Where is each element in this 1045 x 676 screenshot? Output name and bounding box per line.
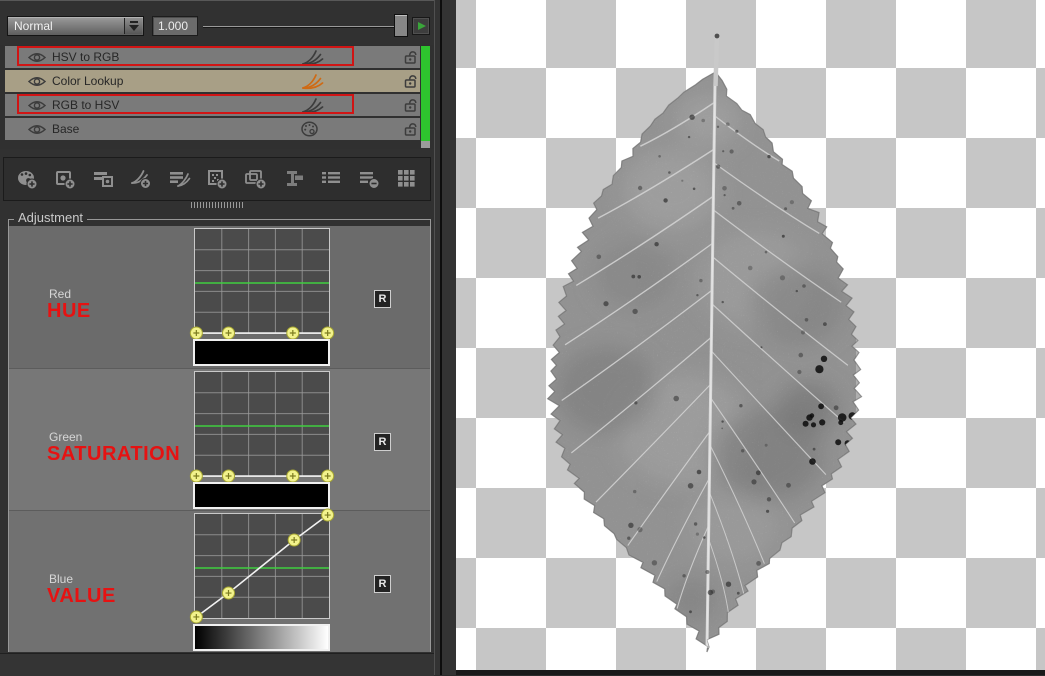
add-clone-layer-icon (244, 169, 267, 189)
add-image-layer-icon (54, 169, 77, 189)
layer-scroll-nub (421, 141, 430, 148)
layer-name: Base (52, 122, 79, 136)
grid-view-button[interactable] (388, 163, 426, 195)
canvas-viewport[interactable] (456, 0, 1045, 675)
layer-split-icon (282, 169, 305, 189)
palette-icon (300, 121, 319, 143)
add-clone-layer-button[interactable] (236, 163, 274, 195)
add-filter-mask-button[interactable] (160, 163, 198, 195)
add-paint-layer-icon (16, 169, 39, 189)
chevron-down-icon[interactable] (124, 18, 142, 34)
layer-row[interactable]: RGB to HSV (5, 94, 420, 116)
play-button[interactable] (412, 17, 430, 35)
add-filter-layer-button[interactable] (122, 163, 160, 195)
opacity-slider-handle[interactable] (394, 14, 408, 37)
canvas-bottom-edge (456, 670, 1045, 675)
opacity-input[interactable]: 1.000 (152, 16, 198, 36)
adjustment-body: RedHUE R GreenSATURATION (9, 226, 430, 652)
unlock-icon[interactable] (402, 121, 420, 143)
add-paint-layer-button[interactable] (8, 163, 46, 195)
unlock-icon[interactable] (402, 97, 420, 119)
filter-feather-icon (300, 49, 324, 71)
leaf-image (456, 0, 1045, 675)
remove-layer-icon (358, 169, 381, 189)
grid-view-icon (396, 169, 419, 189)
curve-gradient-strip (193, 339, 330, 366)
blend-mode-dropdown[interactable]: Normal (7, 16, 144, 36)
add-fill-layer-icon (206, 169, 229, 189)
channel-reset-button[interactable]: R (374, 433, 391, 451)
channel-reset-button[interactable]: R (374, 575, 391, 593)
curve-editor[interactable] (194, 513, 330, 619)
channel-annotation: VALUE (47, 585, 116, 608)
eye-icon[interactable] (28, 51, 46, 69)
layer-channel-green-bar (421, 46, 430, 141)
add-group-layer-icon (92, 169, 115, 189)
unlock-icon[interactable] (402, 73, 420, 95)
eye-icon[interactable] (28, 123, 46, 141)
channel-annotation: HUE (47, 300, 91, 323)
layer-properties-icon (320, 169, 343, 189)
panel-canvas-divider[interactable] (434, 0, 456, 675)
channel-reset-button[interactable]: R (374, 290, 391, 308)
play-icon (418, 22, 426, 30)
remove-layer-button[interactable] (350, 163, 388, 195)
adjustment-channel-row: RedHUE R (9, 226, 430, 368)
layer-properties-button[interactable] (312, 163, 350, 195)
layer-list: HSV to RGB Color Lookup RGB to HSV Base (0, 45, 434, 149)
curve-editor[interactable] (194, 228, 330, 334)
channel-label: Red (49, 287, 71, 301)
layer-row[interactable]: Base (5, 118, 420, 140)
layer-name: HSV to RGB (52, 50, 119, 64)
adjustment-channel-row: GreenSATURATION R (9, 368, 430, 510)
curve-gradient-strip (193, 482, 330, 509)
layer-name: RGB to HSV (52, 98, 119, 112)
layer-toolbar (3, 157, 431, 201)
layer-row[interactable]: Color Lookup (5, 70, 420, 92)
adjustment-channel-row: BlueVALUE R (9, 510, 430, 652)
channel-label: Green (49, 430, 82, 444)
channel-label: Blue (49, 572, 73, 586)
add-group-layer-button[interactable] (84, 163, 122, 195)
layers-and-adjustment-panel: Normal 1.000 HSV to RGB Color Lookup RGB t… (0, 0, 434, 675)
layer-name: Color Lookup (52, 74, 123, 88)
panel-bottom-spacer (0, 653, 434, 676)
add-filter-mask-icon (168, 169, 191, 189)
eye-icon[interactable] (28, 99, 46, 117)
adjustment-title: Adjustment (14, 210, 87, 225)
krita-color-adjustment-screen: { "blend_bar": { "mode": "Normal", "opac… (0, 0, 1045, 675)
channel-annotation: SATURATION (47, 443, 180, 466)
filter-feather-icon (300, 97, 324, 119)
add-fill-layer-button[interactable] (198, 163, 236, 195)
unlock-icon[interactable] (402, 49, 420, 71)
opacity-value: 1.000 (158, 19, 188, 33)
add-filter-layer-icon (130, 169, 153, 189)
panel-splitter-handle[interactable] (191, 202, 243, 208)
filter-feather-icon-active (300, 73, 324, 95)
blend-mode-value: Normal (14, 19, 53, 33)
curve-gradient-strip (193, 624, 330, 651)
eye-icon[interactable] (28, 75, 46, 93)
layer-split-button[interactable] (274, 163, 312, 195)
opacity-slider-track[interactable] (203, 26, 395, 27)
layer-row[interactable]: HSV to RGB (5, 46, 420, 68)
curve-editor[interactable] (194, 371, 330, 477)
add-image-layer-button[interactable] (46, 163, 84, 195)
